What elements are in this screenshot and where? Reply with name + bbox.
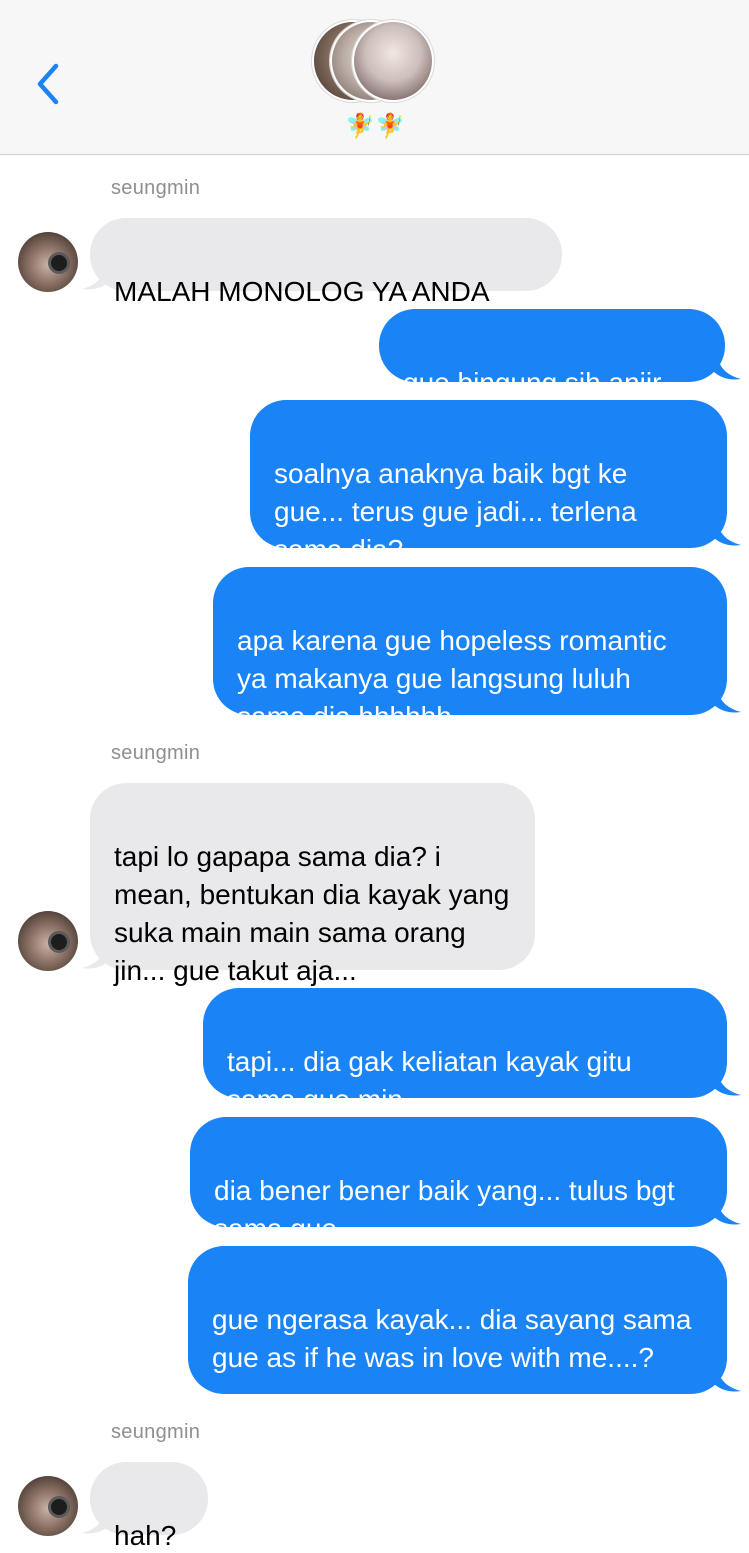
back-button[interactable]: [26, 56, 70, 112]
group-member-avatar: [352, 20, 434, 102]
message-text: dia bener bener baik yang... tulus bgt s…: [214, 1175, 675, 1244]
message-text: gue bingung sih anjir: [403, 367, 662, 398]
message-text: apa karena gue hopeless romantic ya maka…: [237, 625, 667, 732]
imessage-chat-screen: 🧚🧚 seungmin MALAH MONOLOG YA ANDA gue bi…: [0, 0, 749, 1553]
camera-icon: [48, 1496, 70, 1518]
sender-avatar[interactable]: [18, 1476, 78, 1536]
message-text: MALAH MONOLOG YA ANDA: [114, 276, 490, 307]
sender-name: seungmin: [111, 177, 201, 199]
message-text: hah?: [114, 1520, 177, 1551]
chat-header: 🧚🧚: [0, 0, 749, 155]
message-bubble-incoming[interactable]: MALAH MONOLOG YA ANDA: [90, 218, 562, 307]
message-bubble-incoming[interactable]: tapi lo gapapa sama dia? i mean, bentuka…: [90, 783, 535, 986]
chevron-left-icon: [37, 63, 59, 105]
group-avatar[interactable]: [312, 18, 442, 104]
sender-avatar[interactable]: [18, 911, 78, 971]
sender-name: seungmin: [111, 742, 201, 764]
message-bubble-outgoing[interactable]: soalnya anaknya baik bgt ke gue... terus…: [250, 400, 727, 565]
message-text: tapi... dia gak keliatan kayak gitu sama…: [227, 1046, 632, 1115]
message-text: gue ngerasa kayak... dia sayang sama gue…: [212, 1304, 692, 1373]
chat-title[interactable]: 🧚🧚: [340, 112, 410, 142]
sender-name: seungmin: [111, 1421, 201, 1443]
message-text: soalnya anaknya baik bgt ke gue... terus…: [274, 458, 637, 565]
message-bubble-outgoing[interactable]: dia bener bener baik yang... tulus bgt s…: [190, 1117, 727, 1244]
message-text: tapi lo gapapa sama dia? i mean, bentuka…: [114, 841, 510, 986]
message-bubble-outgoing[interactable]: gue bingung sih anjir: [379, 309, 725, 398]
message-bubble-outgoing[interactable]: apa karena gue hopeless romantic ya maka…: [213, 567, 727, 732]
message-bubble-outgoing[interactable]: tapi... dia gak keliatan kayak gitu sama…: [203, 988, 727, 1115]
camera-icon: [48, 931, 70, 953]
camera-icon: [48, 252, 70, 274]
message-bubble-incoming[interactable]: hah?: [90, 1462, 208, 1551]
sender-avatar[interactable]: [18, 232, 78, 292]
message-bubble-outgoing[interactable]: gue ngerasa kayak... dia sayang sama gue…: [188, 1246, 727, 1394]
